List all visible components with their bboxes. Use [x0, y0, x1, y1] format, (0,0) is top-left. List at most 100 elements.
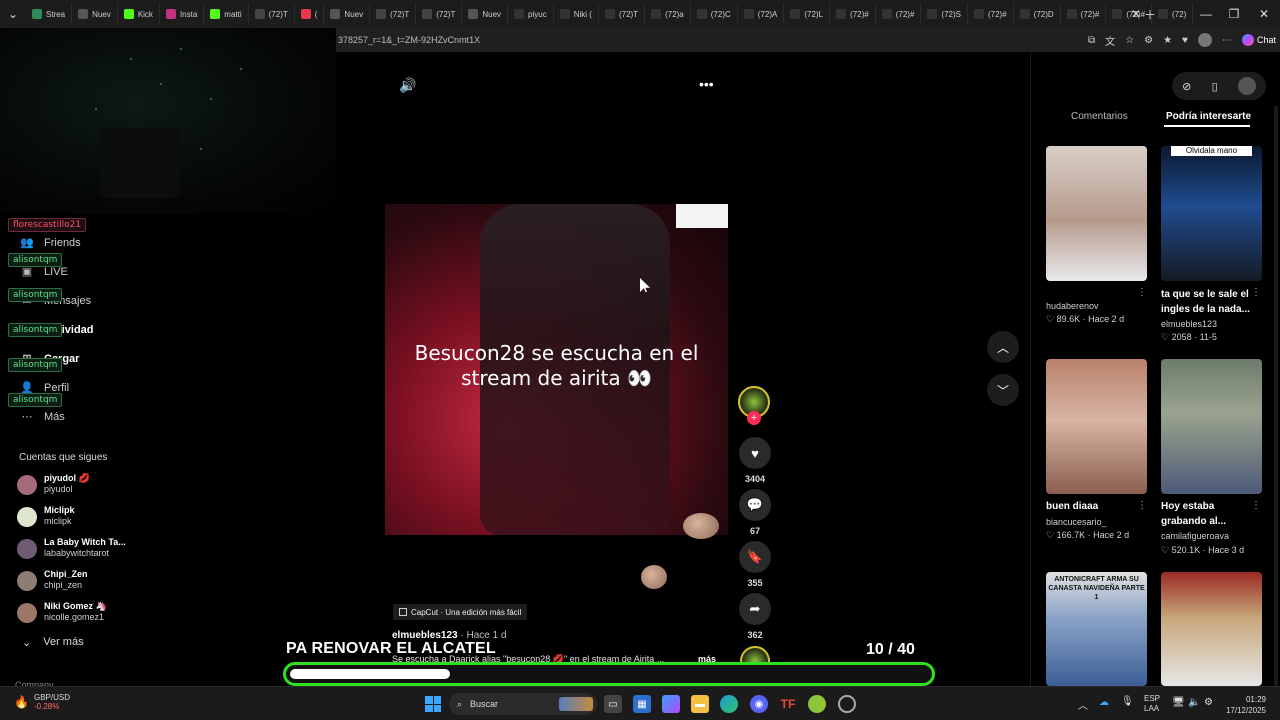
profile-avatar-icon[interactable] — [1237, 77, 1256, 95]
file-explorer-icon[interactable]: ▬ — [691, 695, 709, 713]
browser-tab[interactable]: (72)S — [921, 3, 968, 25]
video-thumbnail[interactable] — [1161, 359, 1262, 494]
save-button[interactable]: 🔖 355 — [738, 541, 772, 588]
capcut-badge[interactable]: CapCut · Una edición más fácil — [393, 604, 528, 620]
sidebar-item-friends[interactable]: 👥 Friends — [20, 236, 81, 250]
battery-icon[interactable]: ⚙ — [1204, 697, 1213, 708]
video-thumbnail[interactable] — [1046, 146, 1147, 281]
browser-tab[interactable]: (72)T — [599, 3, 646, 25]
address-bar[interactable]: 378257_r=1&_t=ZM-92HZvCnmt1X ⧉ 文 ☆ ⚙ ★ ♥… — [336, 28, 1280, 52]
extensions-icon[interactable]: ⚙ — [1144, 35, 1153, 46]
browser-tab[interactable]: Nuev — [462, 3, 509, 25]
follow-plus-icon[interactable]: + — [747, 411, 761, 425]
browser-tab[interactable]: Kick — [118, 3, 160, 25]
task-view-icon[interactable]: ▭ — [604, 695, 622, 713]
window-close-icon[interactable]: ✕ — [1250, 0, 1278, 28]
browser-tab[interactable]: Niki ( — [554, 3, 599, 25]
tab-menu-chevron-icon[interactable]: ⌄ — [0, 0, 26, 28]
discord-icon[interactable]: ◉ — [750, 695, 768, 713]
card-more-icon[interactable]: ⋮ — [1137, 287, 1147, 298]
following-account[interactable]: piyudol 💋 piyudol — [17, 473, 157, 501]
chrome-icon[interactable] — [838, 695, 856, 713]
scrollbar[interactable] — [1274, 106, 1278, 720]
browser-tab[interactable]: (72)L — [784, 3, 831, 25]
card-title[interactable]: Hoy estaba grabando al... — [1161, 499, 1251, 529]
app-green-icon[interactable] — [808, 695, 826, 713]
video-thumbnail[interactable] — [1046, 359, 1147, 494]
card-more-icon[interactable]: ⋮ — [1137, 500, 1147, 511]
card-title[interactable]: ta que se le sale el ingles de la nada..… — [1161, 287, 1253, 317]
url-text[interactable]: 378257_r=1&_t=ZM-92HZvCnmt1X — [338, 35, 480, 45]
app-tf-icon[interactable]: TF — [779, 695, 797, 713]
tab-recommended[interactable]: Podría interesarte — [1166, 111, 1251, 122]
taskbar-search[interactable]: ⌕ Buscar — [449, 693, 597, 715]
card-username[interactable]: biancucesario_ — [1046, 517, 1107, 527]
tray-chevron-icon[interactable]: ︿ — [1078, 697, 1088, 712]
like-button[interactable]: ♥ 3404 — [738, 437, 772, 484]
more-icon[interactable]: ⋯ — [1222, 35, 1232, 46]
copilot-chat-button[interactable]: Chat — [1241, 34, 1276, 46]
onedrive-icon[interactable]: ☁ — [1099, 697, 1109, 708]
browser-tab[interactable]: (72)D — [1014, 3, 1061, 25]
microphone-icon[interactable]: 🎙 — [1121, 696, 1134, 707]
copilot-app-icon[interactable] — [662, 695, 680, 713]
previous-video-button[interactable]: ︿ — [987, 331, 1019, 363]
device-icon[interactable]: ▯ — [1212, 80, 1218, 93]
network-icon[interactable]: 🖥 — [1172, 697, 1185, 708]
following-account[interactable]: La Baby Witch Ta... lababywitchtarot — [17, 537, 157, 565]
start-button[interactable] — [425, 696, 441, 712]
browser-tab[interactable]: (72)# — [1061, 3, 1107, 25]
browser-tab[interactable]: (72)# — [830, 3, 876, 25]
video-thumbnail[interactable]: ANTONICRAFT ARMA SU CANASTA NAVIDEÑA PAR… — [1046, 572, 1147, 686]
browser-tab[interactable]: Nuev — [324, 3, 371, 25]
card-username[interactable]: camilafigueroava — [1161, 531, 1229, 541]
browser-tab[interactable]: (72)A — [738, 3, 785, 25]
card-username[interactable]: elmuebles123 — [1161, 319, 1217, 329]
following-account[interactable]: Chipi_Zen chipi_zen — [17, 569, 157, 597]
sidebar-item-more[interactable]: ⋯ Más — [20, 410, 65, 424]
open-app-icon[interactable]: ⧉ — [1088, 35, 1095, 46]
comment-button[interactable]: 💬 67 — [738, 489, 772, 536]
store-icon[interactable]: ▦ — [633, 695, 651, 713]
favorites-icon[interactable]: ★ — [1163, 35, 1172, 46]
edge-browser-icon[interactable] — [720, 695, 738, 713]
favorite-star-icon[interactable]: ☆ — [1125, 35, 1134, 46]
volume-icon[interactable]: 🔊 — [399, 77, 416, 94]
browser-tab[interactable]: (72)T — [249, 3, 295, 25]
tab-comments[interactable]: Comentarios — [1071, 111, 1128, 122]
minimize-icon[interactable]: — — [1192, 0, 1220, 28]
card-title[interactable]: buen diaaa — [1046, 499, 1098, 514]
browser-tab[interactable]: (72)T — [370, 3, 417, 25]
browser-tab[interactable]: piyuc — [508, 3, 554, 25]
more-options-icon[interactable]: ••• — [699, 76, 714, 92]
video-player[interactable]: Besucon28 se escucha en el stream de air… — [385, 204, 728, 535]
language-indicator[interactable]: ESP LAA — [1144, 694, 1160, 714]
see-more-button[interactable]: ⌄ Ver más — [22, 636, 84, 649]
volume-icon[interactable]: 🔈 — [1188, 697, 1200, 708]
video-thumbnail[interactable]: Olvidala mano — [1161, 146, 1262, 281]
following-account[interactable]: Miclipk miclipk — [17, 505, 157, 533]
browser-tab[interactable]: (72)T — [416, 3, 463, 25]
browser-tab[interactable]: (72)# — [876, 3, 922, 25]
card-username[interactable]: hudaberenov — [1046, 301, 1099, 311]
maximize-icon[interactable]: ❐ — [1220, 0, 1248, 28]
profile-avatar-icon[interactable] — [1197, 33, 1212, 47]
new-tab-icon[interactable]: ＋ — [1136, 0, 1164, 28]
browser-tab[interactable]: (72)a — [645, 3, 691, 25]
browser-tab[interactable]: Strea — [26, 3, 73, 25]
video-thumbnail[interactable] — [1161, 572, 1262, 686]
settings-icon[interactable]: ⊘ — [1182, 80, 1191, 93]
clock[interactable]: 01:29 17/12/2025 — [1226, 694, 1266, 716]
shield-icon[interactable]: ♥ — [1182, 35, 1188, 46]
share-button[interactable]: ➦ 362 — [738, 593, 772, 640]
browser-tab[interactable]: matti — [204, 3, 249, 25]
browser-tab[interactable]: (72)# — [968, 3, 1014, 25]
browser-tab[interactable]: ( — [295, 3, 325, 25]
stock-ticker-widget[interactable]: GBP/USD -0.28% 🔥 — [14, 693, 70, 711]
following-account[interactable]: Niki Gomez 🦄 nicolle.gomez1 — [17, 601, 157, 629]
card-more-icon[interactable]: ⋮ — [1251, 500, 1261, 511]
browser-tab[interactable]: Insta — [160, 3, 205, 25]
next-video-button[interactable]: ﹀ — [987, 374, 1019, 406]
browser-tab[interactable]: Nuev — [72, 3, 118, 25]
translate-icon[interactable]: 文 — [1105, 33, 1115, 48]
